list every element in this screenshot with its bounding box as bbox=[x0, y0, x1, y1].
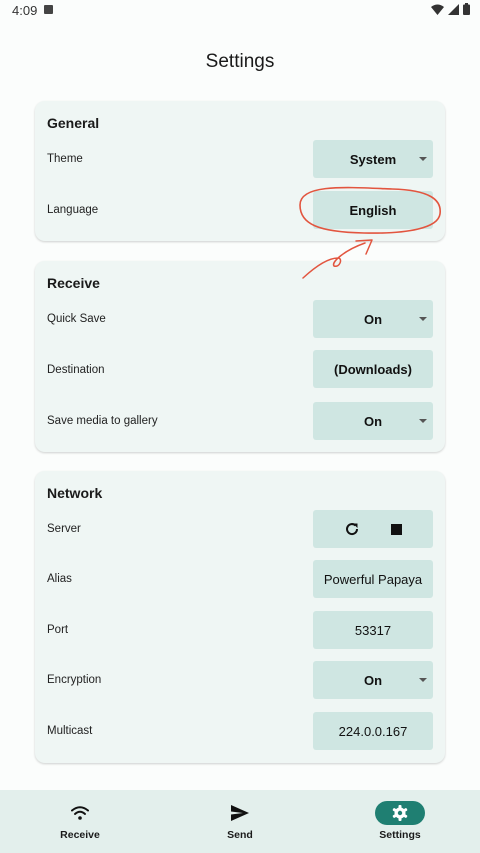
nav-receive-label: Receive bbox=[60, 829, 100, 841]
nav-send-label: Send bbox=[227, 829, 253, 841]
nav-settings[interactable]: Settings bbox=[320, 790, 480, 853]
nav-settings-icon-wrap bbox=[375, 801, 425, 825]
annotation-arrow bbox=[302, 239, 373, 279]
nav-receive[interactable]: Receive bbox=[0, 790, 160, 853]
bottom-nav: Receive Send Settings bbox=[0, 790, 480, 853]
send-icon bbox=[231, 805, 249, 821]
annotation-ellipse bbox=[299, 186, 441, 234]
annotation-overlay bbox=[299, 186, 441, 279]
nav-send-icon-wrap bbox=[215, 801, 265, 825]
wifi-icon bbox=[71, 806, 89, 820]
nav-receive-icon-wrap bbox=[55, 801, 105, 825]
nav-send[interactable]: Send bbox=[160, 790, 320, 853]
nav-settings-label: Settings bbox=[379, 829, 421, 841]
gear-icon bbox=[392, 805, 408, 821]
